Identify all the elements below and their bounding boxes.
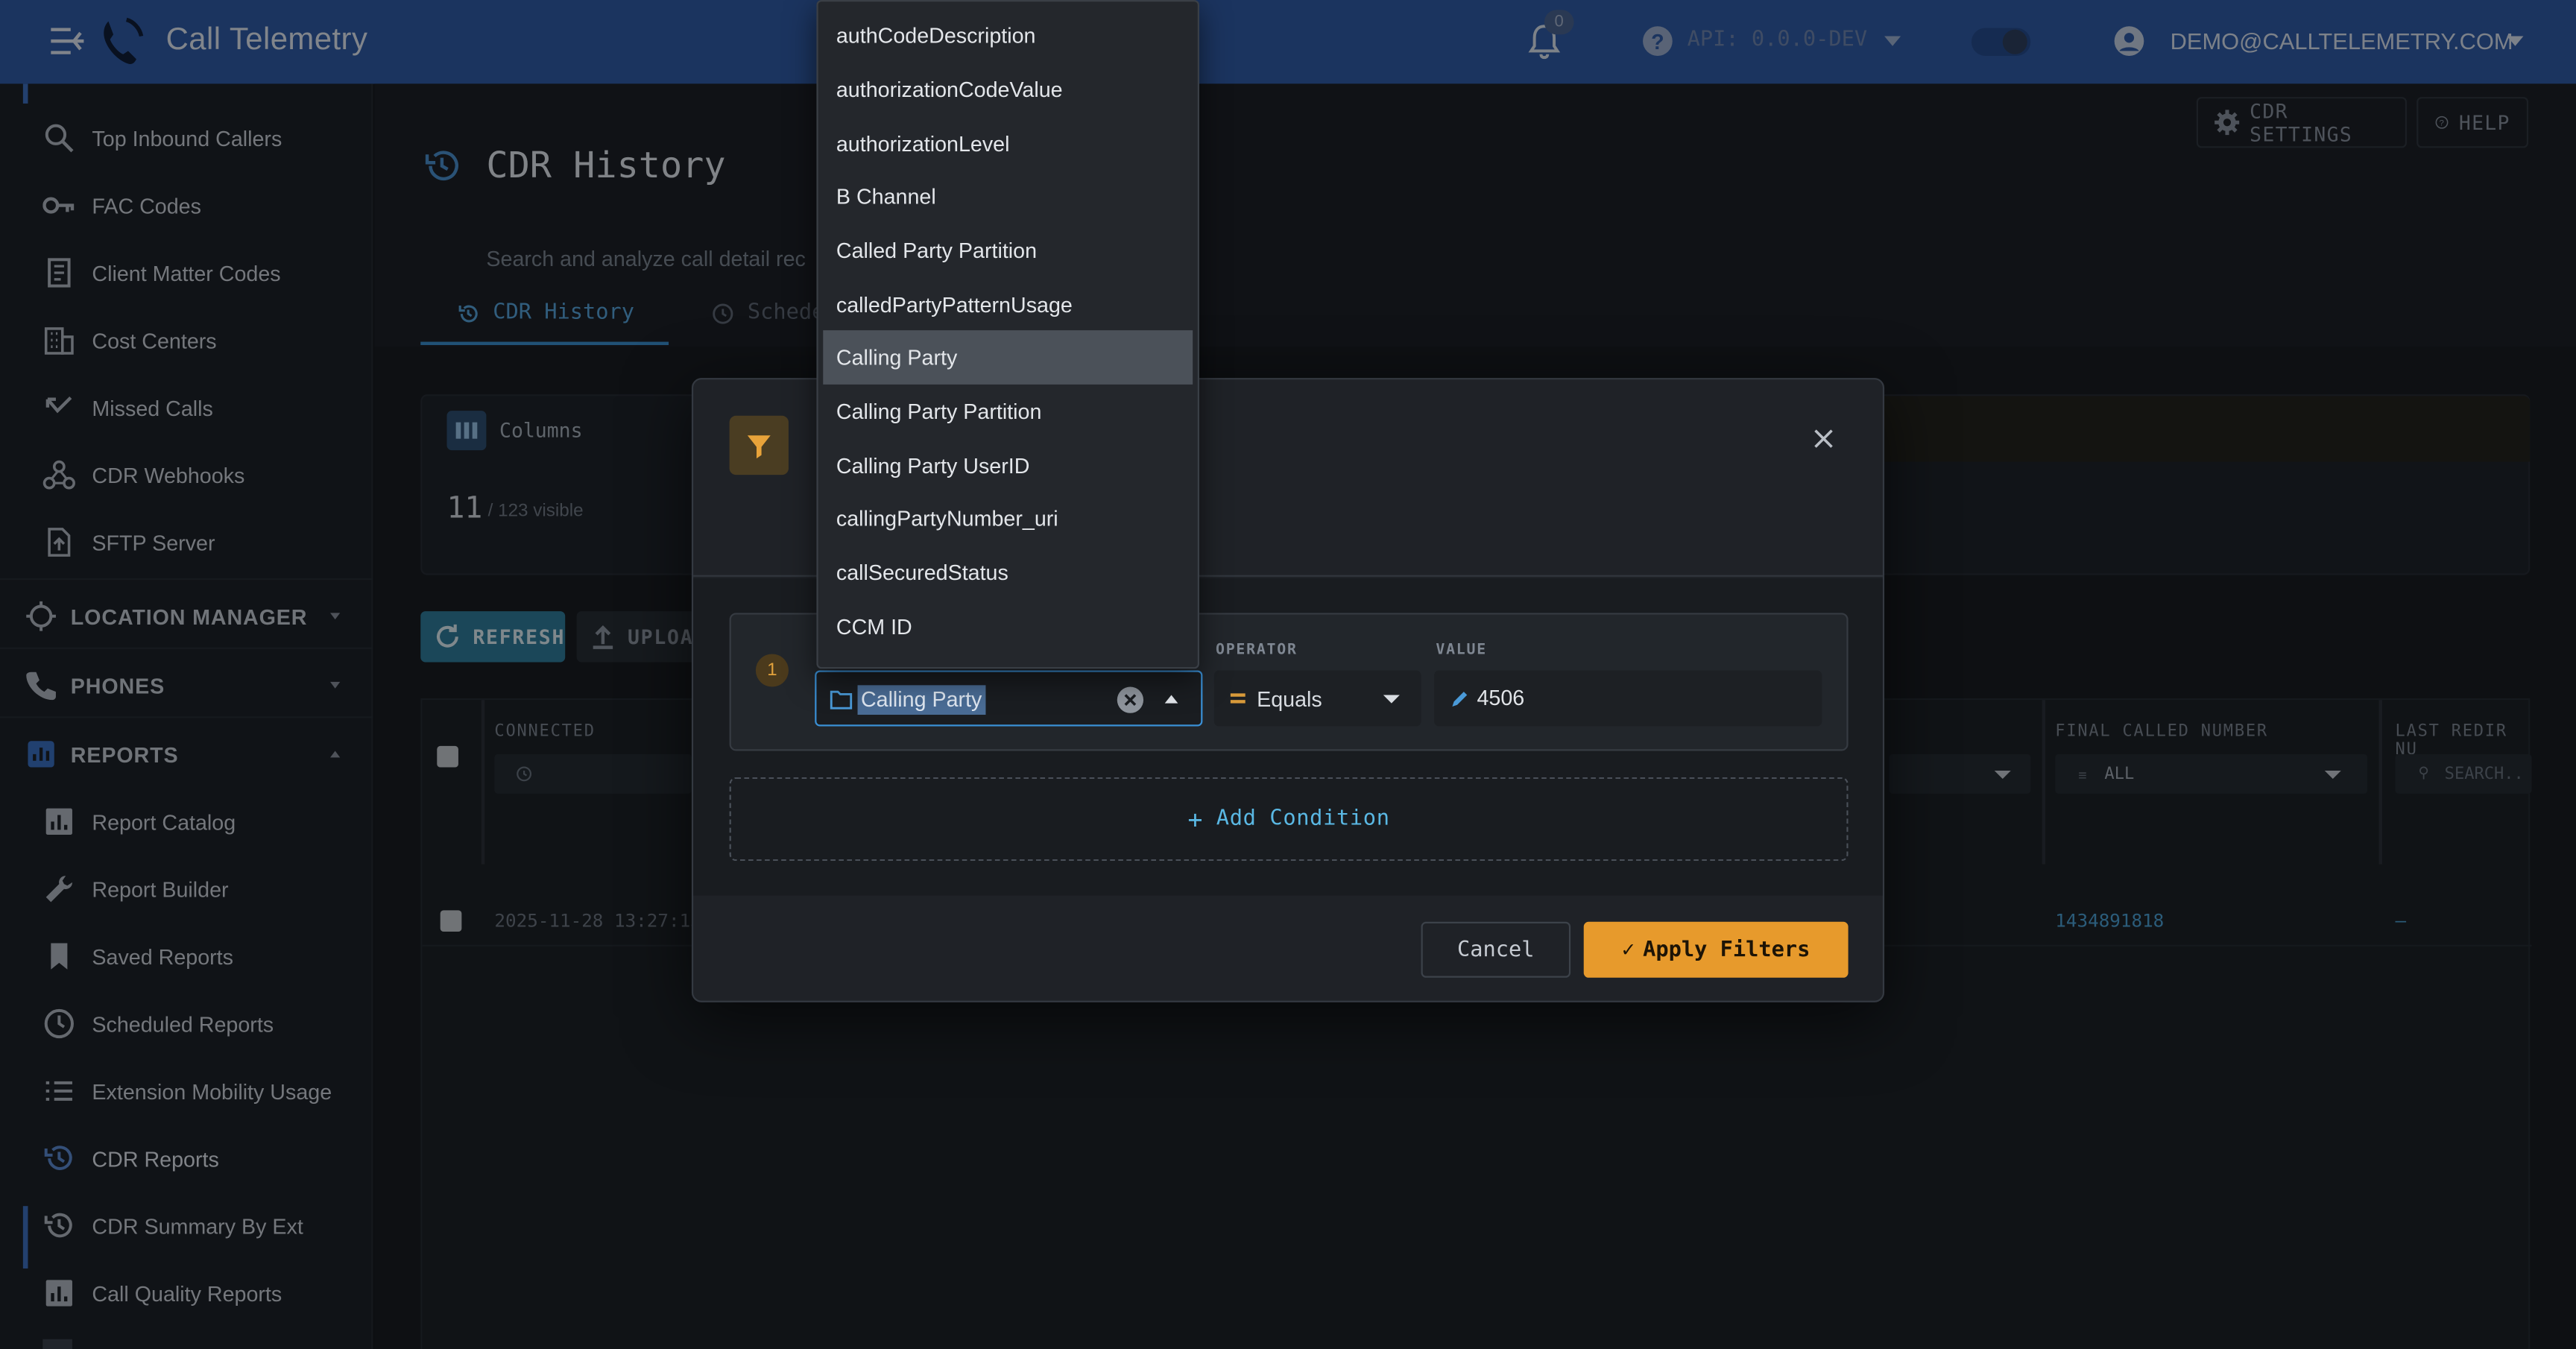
chevron-down-icon — [1383, 695, 1400, 704]
field-select-value[interactable]: Calling Party — [857, 685, 985, 715]
check-icon: ✓ — [1621, 937, 1635, 962]
add-condition-button[interactable]: + Add Condition — [729, 777, 1849, 862]
app-screen: Call Telemetry 0 ? API: 0.0.0-DEV DEMO@C… — [0, 0, 2576, 1349]
apply-filters-button[interactable]: ✓ Apply Filters — [1583, 921, 1849, 978]
value-label: VALUE — [1436, 642, 1487, 660]
cancel-button[interactable]: Cancel — [1421, 921, 1571, 978]
chevron-up-icon[interactable] — [1164, 695, 1178, 704]
operator-select[interactable]: Equals — [1213, 670, 1421, 727]
operator-value: Equals — [1257, 686, 1322, 712]
dropdown-option[interactable]: authorizationLevel — [818, 117, 1198, 171]
dropdown-option[interactable]: authorizationCodeValue — [818, 63, 1198, 117]
dropdown-option-selected[interactable]: Calling Party — [823, 330, 1193, 385]
field-options-dropdown: authCodeDescription authorizationCodeVal… — [816, 0, 1199, 669]
dropdown-option[interactable]: Calling Party UserID — [818, 439, 1198, 493]
dropdown-option[interactable]: callSecuredStatus — [818, 546, 1198, 600]
dropdown-option[interactable]: Calling Party Partition — [818, 385, 1198, 439]
add-condition-label: Add Condition — [1216, 806, 1390, 832]
clear-icon[interactable] — [1116, 685, 1146, 715]
dropdown-option[interactable]: authCodeDescription — [818, 8, 1198, 63]
dropdown-option[interactable]: Called Party Partition — [818, 224, 1198, 278]
funnel-icon — [747, 435, 771, 459]
dropdown-option[interactable]: B Channel — [818, 169, 1198, 224]
filter-icon — [729, 415, 789, 476]
value-text: 4506 — [1477, 685, 1525, 710]
folder-icon — [830, 690, 853, 710]
condition-number-badge: 1 — [755, 654, 789, 687]
equals-icon — [1230, 693, 1246, 704]
plus-icon: + — [1187, 804, 1204, 834]
field-select[interactable]: Calling Party — [815, 670, 1203, 727]
apply-filters-label: Apply Filters — [1643, 937, 1811, 962]
close-icon[interactable] — [1811, 426, 1837, 452]
dropdown-option[interactable]: callingPartyNumber_uri — [818, 491, 1198, 546]
value-input[interactable]: 4506 — [1434, 670, 1822, 727]
pencil-icon — [1452, 692, 1468, 707]
dropdown-option[interactable]: CCM ID — [818, 600, 1198, 654]
operator-label: OPERATOR — [1216, 642, 1298, 660]
dropdown-option[interactable]: calledPartyPatternUsage — [818, 278, 1198, 332]
